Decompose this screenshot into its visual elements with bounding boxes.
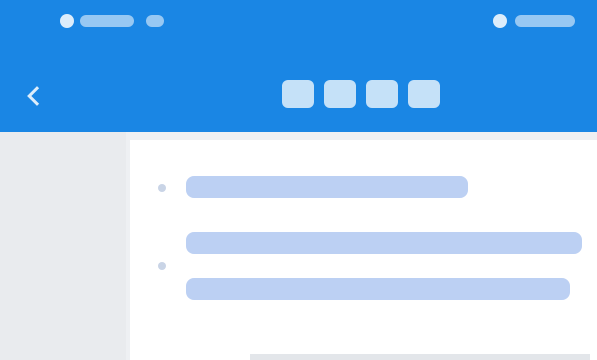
- title-glyph: [408, 80, 440, 108]
- bullet-icon: [158, 262, 166, 270]
- title-placeholder: [282, 80, 440, 108]
- bullet-icon: [158, 184, 166, 192]
- status-icons-placeholder: [146, 15, 164, 27]
- nav-bar: [0, 56, 597, 128]
- status-bar: [0, 0, 597, 52]
- question-item-1[interactable]: [130, 156, 597, 212]
- content-card: [130, 140, 597, 360]
- back-arrow-icon: [27, 86, 47, 106]
- question-line-placeholder: [186, 278, 570, 300]
- back-button[interactable]: [14, 76, 54, 116]
- bottom-divider: [250, 354, 590, 360]
- title-glyph: [366, 80, 398, 108]
- question-item-2[interactable]: [130, 224, 597, 314]
- carrier-placeholder: [80, 15, 134, 27]
- title-glyph: [282, 80, 314, 108]
- status-right: [493, 14, 583, 28]
- signal-icon: [60, 14, 74, 28]
- question-line-placeholder: [186, 232, 582, 254]
- left-panel: [0, 132, 126, 360]
- status-left: [60, 14, 164, 28]
- question-line-placeholder: [186, 176, 468, 198]
- app-header: [0, 0, 597, 132]
- clock-placeholder: [515, 15, 575, 27]
- status-indicator-icon: [493, 14, 507, 28]
- title-glyph: [324, 80, 356, 108]
